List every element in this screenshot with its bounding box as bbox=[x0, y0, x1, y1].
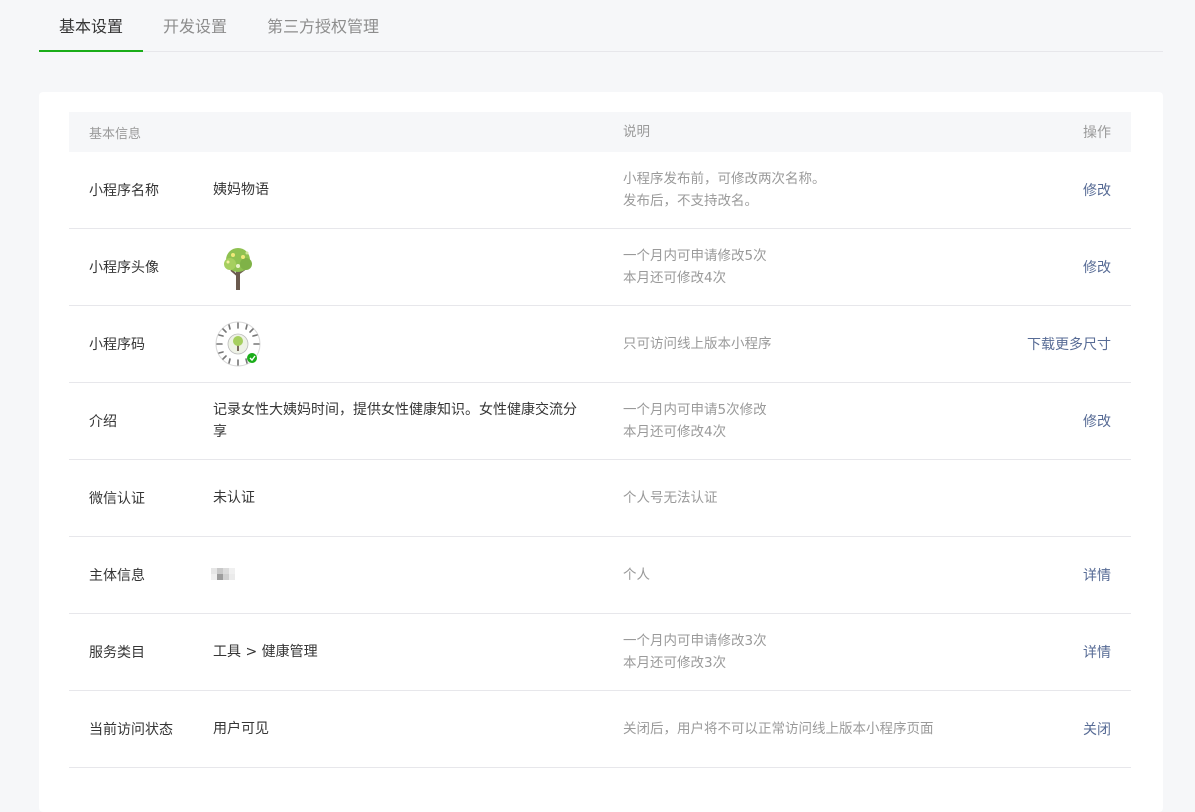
blurred-value-icon bbox=[211, 568, 235, 580]
row-value: 记录女性大姨妈时间，提供女性健康知识。女性健康交流分享 bbox=[213, 402, 577, 440]
table-row-wechat-verify: 微信认证 未认证 个人号无法认证 bbox=[69, 460, 1131, 537]
header-info: 基本信息 bbox=[89, 126, 142, 142]
table-header: 基本信息 说明 操作 bbox=[69, 112, 1131, 152]
desc-line: 本月还可修改3次 bbox=[623, 655, 727, 671]
row-value: 姨妈物语 bbox=[213, 182, 269, 198]
row-desc: 一个月内可申请修改3次 本月还可修改3次 bbox=[623, 630, 767, 674]
edit-avatar-link[interactable]: 修改 bbox=[1083, 257, 1111, 277]
row-label: 微信认证 bbox=[89, 491, 145, 507]
table-row-name: 小程序名称 姨妈物语 小程序发布前，可修改两次名称。 发布后，不支持改名。 修改 bbox=[69, 152, 1131, 229]
desc-line: 关闭后，用户将不可以正常访问线上版本小程序页面 bbox=[623, 721, 934, 737]
row-value: 未认证 bbox=[213, 490, 255, 506]
desc-line: 个人号无法认证 bbox=[623, 490, 718, 506]
row-desc: 一个月内可申请5次修改 本月还可修改4次 bbox=[623, 399, 767, 443]
table-row-intro: 介绍 记录女性大姨妈时间，提供女性健康知识。女性健康交流分享 一个月内可申请5次… bbox=[69, 383, 1131, 460]
desc-line: 一个月内可申请5次修改 bbox=[623, 402, 767, 418]
desc-line: 一个月内可申请修改5次 bbox=[623, 248, 767, 264]
row-desc: 关闭后，用户将不可以正常访问线上版本小程序页面 bbox=[623, 718, 934, 740]
row-desc: 只可访问线上版本小程序 bbox=[623, 333, 772, 355]
table-row-miniprogram-code: 小程序码 只可访问线上版本小程序 下载更多尺寸 bbox=[69, 306, 1131, 383]
basic-info-table: 基本信息 说明 操作 小程序名称 姨妈物语 小程序发布前，可修改两次名称。 发布… bbox=[69, 112, 1131, 768]
row-label: 小程序码 bbox=[89, 337, 145, 353]
basic-info-card: 基本信息 说明 操作 小程序名称 姨妈物语 小程序发布前，可修改两次名称。 发布… bbox=[39, 92, 1163, 812]
table-row-avatar: 小程序头像 一个月内可申请修改5次 本月还可修改4次 修改 bbox=[69, 229, 1131, 306]
row-label: 主体信息 bbox=[89, 568, 145, 584]
edit-intro-link[interactable]: 修改 bbox=[1083, 411, 1111, 431]
settings-tabs: 基本设置 开发设置 第三方授权管理 bbox=[39, 0, 1163, 52]
row-label: 介绍 bbox=[89, 414, 117, 430]
row-value: 用户可见 bbox=[213, 721, 269, 737]
table-row-subject-info: 主体信息 个人 详情 bbox=[69, 537, 1131, 614]
row-label: 服务类目 bbox=[89, 645, 145, 661]
table-row-access-status: 当前访问状态 用户可见 关闭后，用户将不可以正常访问线上版本小程序页面 关闭 bbox=[69, 691, 1131, 768]
header-desc: 说明 bbox=[623, 124, 650, 140]
download-sizes-link[interactable]: 下载更多尺寸 bbox=[1027, 334, 1111, 354]
row-desc: 个人 bbox=[623, 564, 650, 586]
desc-line: 小程序发布前，可修改两次名称。 bbox=[623, 171, 826, 187]
tab-third-party-auth[interactable]: 第三方授权管理 bbox=[247, 0, 399, 52]
row-label: 当前访问状态 bbox=[89, 722, 173, 738]
tab-basic-settings[interactable]: 基本设置 bbox=[39, 0, 144, 52]
close-access-link[interactable]: 关闭 bbox=[1083, 719, 1111, 739]
row-value: 工具 > 健康管理 bbox=[213, 644, 318, 660]
row-label: 小程序名称 bbox=[89, 183, 159, 199]
desc-line: 个人 bbox=[623, 567, 650, 583]
header-op: 操作 bbox=[1083, 125, 1111, 141]
row-desc: 一个月内可申请修改5次 本月还可修改4次 bbox=[623, 245, 767, 289]
desc-line: 一个月内可申请修改3次 bbox=[623, 633, 767, 649]
desc-line: 本月还可修改4次 bbox=[623, 424, 727, 440]
category-detail-link[interactable]: 详情 bbox=[1083, 642, 1111, 662]
row-desc: 小程序发布前，可修改两次名称。 发布后，不支持改名。 bbox=[623, 168, 826, 212]
row-desc: 个人号无法认证 bbox=[623, 487, 718, 509]
tab-dev-settings[interactable]: 开发设置 bbox=[143, 0, 247, 52]
desc-line: 只可访问线上版本小程序 bbox=[623, 336, 772, 352]
desc-line: 发布后，不支持改名。 bbox=[623, 193, 758, 209]
miniprogram-code-icon bbox=[215, 321, 261, 367]
edit-name-link[interactable]: 修改 bbox=[1083, 180, 1111, 200]
table-row-service-category: 服务类目 工具 > 健康管理 一个月内可申请修改3次 本月还可修改3次 详情 bbox=[69, 614, 1131, 691]
row-label: 小程序头像 bbox=[89, 260, 159, 276]
subject-detail-link[interactable]: 详情 bbox=[1083, 565, 1111, 585]
tree-avatar-icon bbox=[224, 248, 252, 290]
desc-line: 本月还可修改4次 bbox=[623, 270, 727, 286]
